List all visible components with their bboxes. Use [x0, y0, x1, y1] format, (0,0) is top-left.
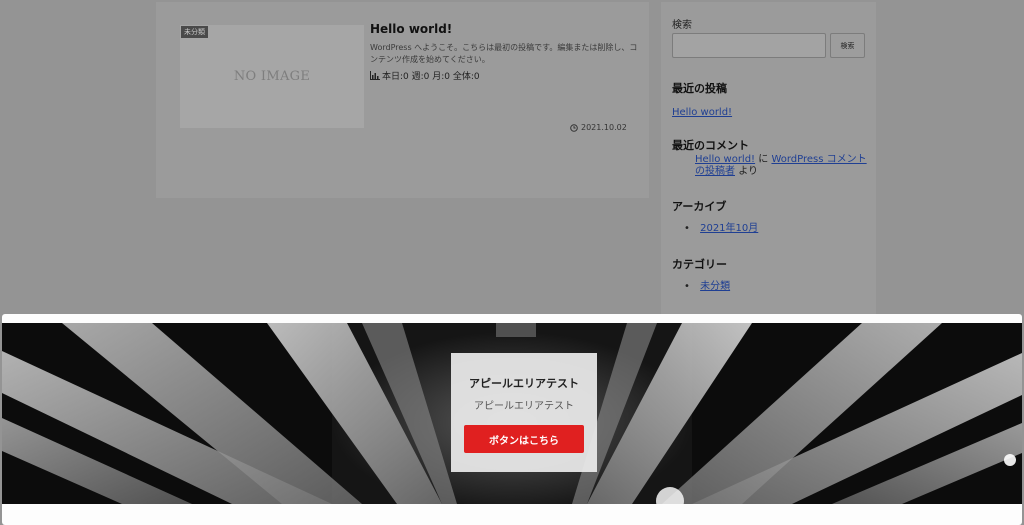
post-thumbnail[interactable]: NO IMAGE 未分類: [180, 25, 364, 128]
search-input[interactable]: [672, 33, 826, 58]
archives-heading: アーカイブ: [672, 200, 727, 213]
search-button[interactable]: 検索: [830, 33, 865, 58]
post-date: 2021.10.02: [570, 123, 627, 132]
appeal-button[interactable]: ボタンはこちら: [464, 425, 584, 453]
archive-link[interactable]: 2021年10月: [700, 223, 758, 234]
categories-heading: カテゴリー: [672, 258, 727, 271]
bar-chart-icon: [370, 71, 380, 80]
post-card: NO IMAGE 未分類 Hello world! WordPress へようこ…: [156, 2, 649, 198]
post-title[interactable]: Hello world!: [370, 22, 452, 36]
search-label: 検索: [672, 20, 692, 31]
recent-posts-heading: 最近の投稿: [672, 82, 727, 95]
clock-icon: [570, 123, 578, 132]
comment-suffix: より: [738, 166, 758, 177]
sidebar: 検索 検索 最近の投稿 Hello world! 最近のコメント Hello w…: [661, 2, 876, 322]
recent-comments-heading: 最近のコメント: [672, 139, 749, 152]
post-stats: 本日:0 週:0 月:0 全体:0: [370, 69, 480, 82]
comment-post-link[interactable]: Hello world!: [695, 154, 755, 165]
recent-comment: Hello world! に WordPress コメントの投稿者 より: [695, 154, 867, 178]
no-image-text: NO IMAGE: [233, 69, 311, 84]
category-item: 未分類: [684, 277, 730, 292]
post-stats-text: 本日:0 週:0 月:0 全体:0: [382, 72, 480, 82]
comment-connector: に: [758, 154, 769, 165]
category-badge[interactable]: 未分類: [181, 26, 208, 38]
category-link[interactable]: 未分類: [700, 281, 730, 292]
post-date-text: 2021.10.02: [581, 123, 627, 132]
appeal-box: アピールエリアテスト アピールエリアテスト ボタンはこちら: [451, 353, 597, 472]
appeal-area: アピールエリアテスト アピールエリアテスト ボタンはこちら: [2, 314, 1022, 525]
appeal-subtitle: アピールエリアテスト: [474, 401, 574, 412]
post-excerpt: WordPress へようこそ。こちらは最初の投稿です。編集または削除し、コンテ…: [370, 43, 638, 64]
archive-item: 2021年10月: [684, 219, 758, 234]
recent-post-link[interactable]: Hello world!: [672, 107, 732, 118]
appeal-title: アピールエリアテスト: [469, 377, 579, 390]
